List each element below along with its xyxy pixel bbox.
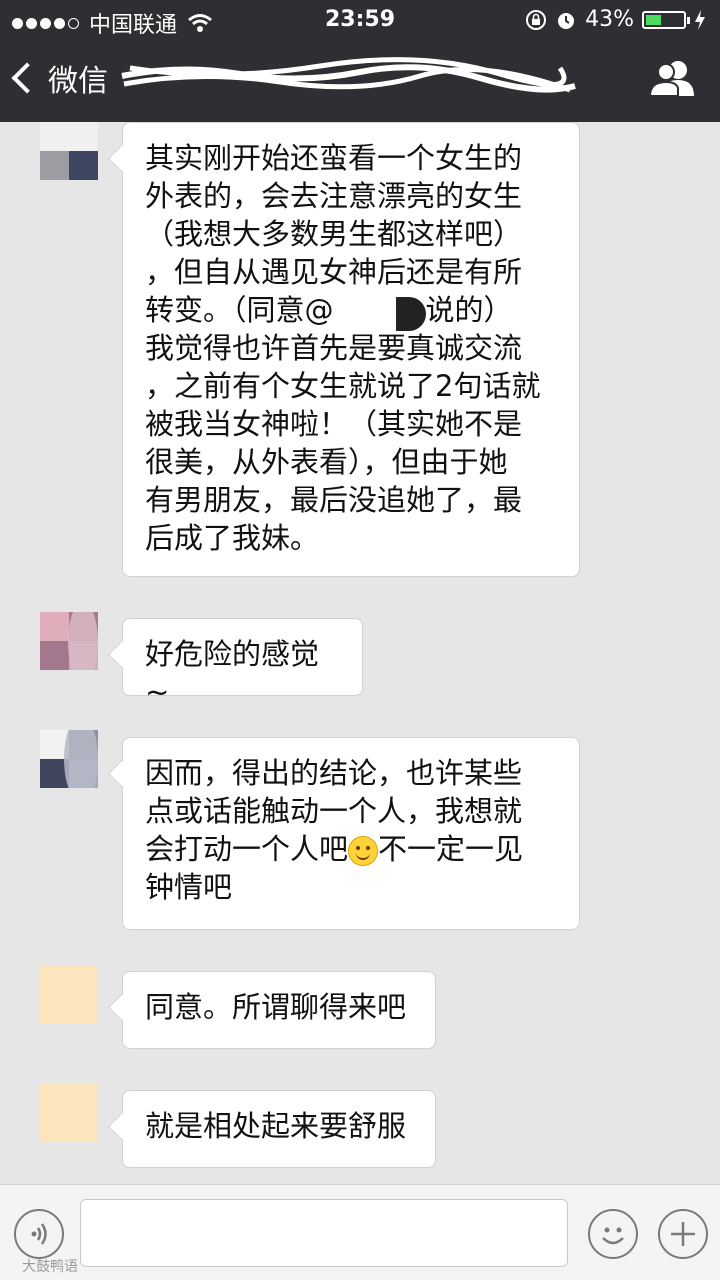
- message-bubble[interactable]: 其实刚开始还蛮看一个女生的 外表的，会去注意漂亮的女生 （我想大多数男生都这样吧…: [122, 122, 580, 577]
- voice-icon: [31, 1223, 47, 1245]
- emoji-button[interactable]: [588, 1209, 638, 1259]
- back-button[interactable]: 微信: [11, 56, 108, 100]
- plus-icon: [671, 1222, 695, 1246]
- smile-icon: [602, 1227, 624, 1245]
- avatar[interactable]: [40, 122, 98, 180]
- watermark: 大鼓鸭语: [22, 1259, 78, 1275]
- avatar[interactable]: [40, 730, 98, 788]
- message-input[interactable]: [80, 1199, 568, 1267]
- message-bubble[interactable]: 好危险的感觉~: [122, 618, 363, 709]
- battery-icon: [642, 10, 690, 29]
- status-bar: 中国联通 23:59 43%: [0, 0, 720, 40]
- battery-fill: [646, 14, 662, 25]
- plus-button[interactable]: [658, 1209, 708, 1259]
- smile-emoji-icon: [348, 836, 379, 866]
- chat-area[interactable]: 其实刚开始还蛮看一个女生的 外表的，会去注意漂亮的女生 （我想大多数男生都这样吧…: [0, 122, 720, 1184]
- battery-percent: 43%: [585, 7, 634, 32]
- redacted-mention: [334, 297, 426, 331]
- avatar[interactable]: [40, 1084, 98, 1142]
- lock-rotation-icon: [526, 9, 547, 30]
- nav-bar: 微信: [0, 40, 720, 122]
- back-label: 微信: [48, 64, 108, 99]
- charging-icon: [695, 9, 705, 30]
- avatar[interactable]: [40, 612, 98, 670]
- message-text: 其实刚开始还蛮看一个女生的 外表的，会去注意漂亮的女生 （我想大多数男生都这样吧…: [145, 141, 541, 555]
- message-bubble[interactable]: 同意。所谓聊得来吧: [122, 971, 436, 1049]
- message-bubble[interactable]: 因而，得出的结论，也许某些 点或话能触动一个人，我想就 会打动一个人吧 不一定一见…: [122, 737, 580, 930]
- message-bubble[interactable]: 就是相处起来要舒服: [122, 1090, 436, 1168]
- avatar[interactable]: [40, 965, 98, 1023]
- input-bar: [0, 1184, 720, 1280]
- message-text: 同意。所谓聊得来吧: [145, 990, 407, 1024]
- status-right: 43%: [525, 7, 706, 32]
- alarm-icon: [558, 12, 575, 29]
- redacted-title-scribble: [121, 57, 576, 93]
- back-chevron-icon: [11, 62, 43, 94]
- message-text: 就是相处起来要舒服: [145, 1109, 407, 1143]
- message-text: 好危险的感觉~: [145, 637, 320, 709]
- voice-button[interactable]: [14, 1209, 64, 1259]
- message-text: 因而，得出的结论，也许某些 点或话能触动一个人，我想就 会打动一个人吧 不一定一见…: [145, 756, 524, 904]
- contacts-icon[interactable]: [650, 58, 696, 98]
